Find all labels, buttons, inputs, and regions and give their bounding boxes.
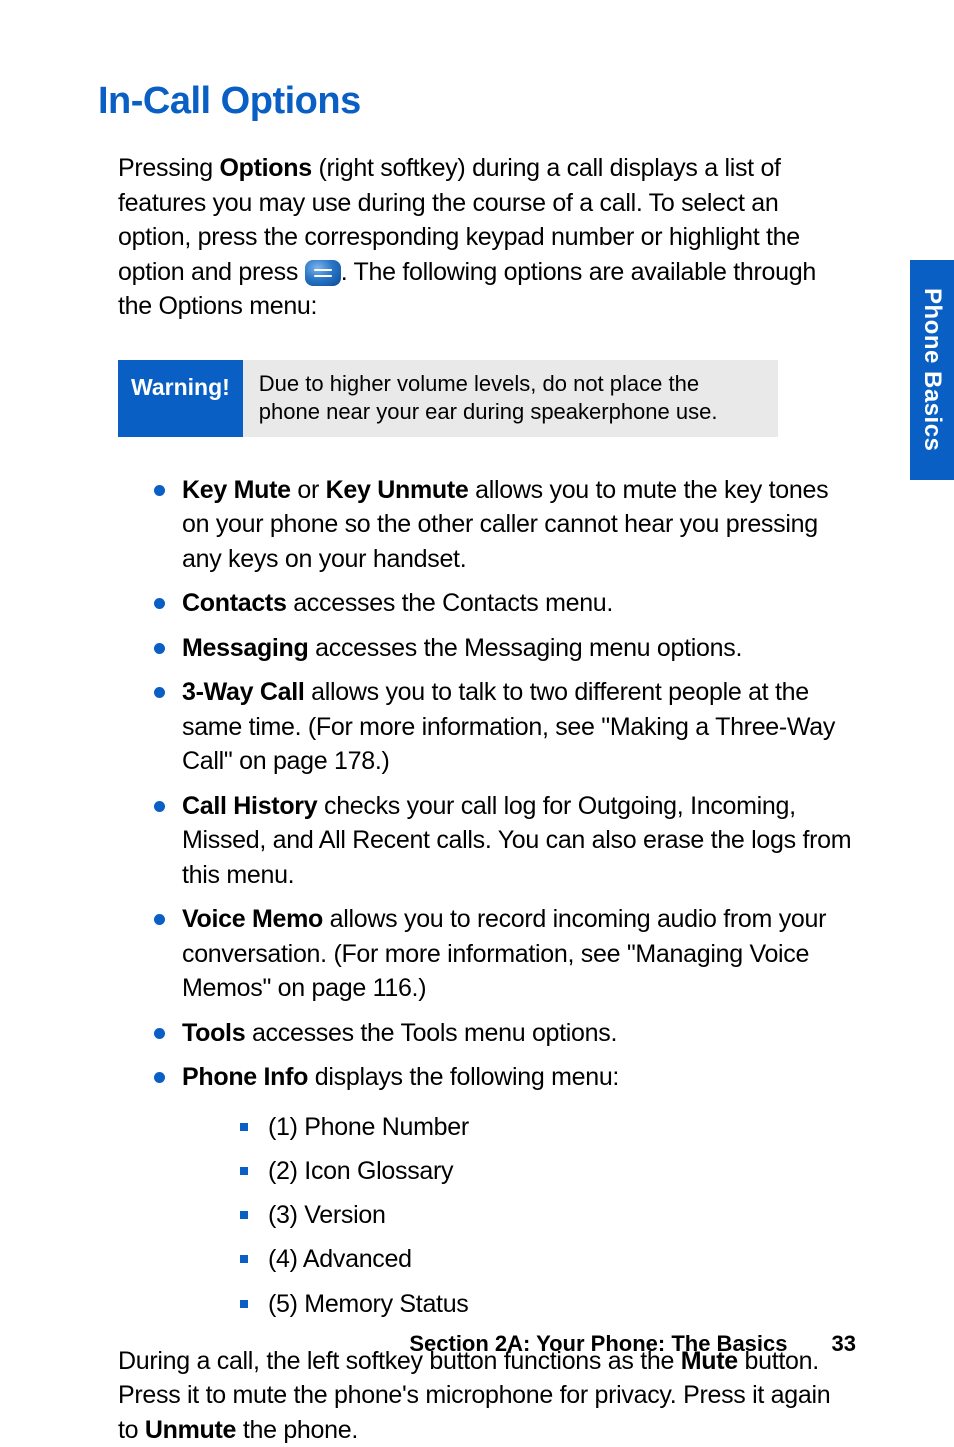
intro-text-1: Pressing — [118, 154, 220, 182]
warning-text: Due to higher volume levels, do not plac… — [243, 360, 778, 437]
menu-ok-icon — [305, 260, 341, 286]
bullet-bold: Contacts — [182, 589, 287, 617]
list-item: Key Mute or Key Unmute allows you to mut… — [154, 473, 856, 577]
bullet-bold: Key Mute — [182, 476, 291, 504]
phone-info-sublist: (1) Phone Number (2) Icon Glossary (3) V… — [240, 1109, 856, 1322]
list-item: Voice Memo allows you to record incoming… — [154, 902, 856, 1006]
list-item: Tools accesses the Tools menu options. — [154, 1016, 856, 1051]
options-bullet-list: Key Mute or Key Unmute allows you to mut… — [154, 473, 856, 1322]
page-footer: Section 2A: Your Phone: The Basics 33 — [409, 1331, 856, 1357]
intro-bold-options: Options — [220, 154, 312, 182]
bullet-bold: 3-Way Call — [182, 678, 305, 706]
footer-section: Section 2A: Your Phone: The Basics — [409, 1331, 787, 1357]
sub-list-item: (4) Advanced — [240, 1241, 856, 1277]
bullet-rest: displays the following menu: — [308, 1063, 619, 1091]
page-heading: In-Call Options — [98, 80, 856, 123]
warning-label: Warning! — [118, 360, 243, 437]
sub-list-item: (2) Icon Glossary — [240, 1153, 856, 1189]
bullet-rest: accesses the Contacts menu. — [287, 589, 614, 617]
sub-list-item: (1) Phone Number — [240, 1109, 856, 1145]
list-item: Contacts accesses the Contacts menu. — [154, 586, 856, 621]
bullet-bold: Voice Memo — [182, 905, 323, 933]
bullet-bold: Call History — [182, 792, 317, 820]
list-item: Messaging accesses the Messaging menu op… — [154, 631, 856, 666]
bullet-bold: Messaging — [182, 634, 309, 662]
list-item: Call History checks your call log for Ou… — [154, 789, 856, 893]
intro-paragraph: Pressing Options (right softkey) during … — [118, 151, 856, 324]
closing-paragraph: During a call, the left softkey button f… — [118, 1344, 856, 1447]
bullet-bold: Key Unmute — [326, 476, 469, 504]
bullet-rest: accesses the Tools menu options. — [245, 1019, 617, 1047]
bullet-mid: or — [291, 476, 326, 504]
list-item: 3-Way Call allows you to talk to two dif… — [154, 675, 856, 779]
warning-box: Warning! Due to higher volume levels, do… — [118, 360, 778, 437]
bullet-bold: Phone Info — [182, 1063, 308, 1091]
sub-list-item: (3) Version — [240, 1197, 856, 1233]
bullet-rest: accesses the Messaging menu options. — [309, 634, 743, 662]
footer-page-number: 33 — [832, 1331, 856, 1357]
closing-bold-unmute: Unmute — [145, 1416, 236, 1444]
sub-list-item: (5) Memory Status — [240, 1286, 856, 1322]
list-item: Phone Info displays the following menu: … — [154, 1060, 856, 1322]
bullet-bold: Tools — [182, 1019, 245, 1047]
side-tab-phone-basics: Phone Basics — [910, 260, 954, 480]
closing-text-3: the phone. — [236, 1416, 358, 1444]
